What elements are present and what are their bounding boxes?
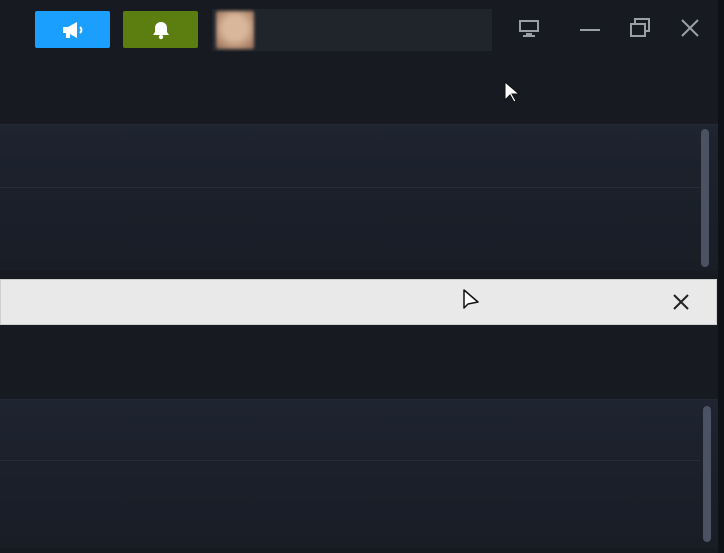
close-icon	[673, 294, 689, 310]
avatar	[216, 11, 254, 49]
popup-close-button[interactable]	[667, 288, 695, 316]
notifications-button[interactable]	[123, 11, 198, 48]
restore-icon	[630, 18, 650, 37]
bell-icon	[152, 21, 169, 39]
title-bar	[0, 0, 724, 64]
big-picture-icon	[519, 20, 539, 37]
minimize-button[interactable]	[575, 14, 605, 42]
big-picture-button[interactable]	[514, 14, 544, 42]
minimize-icon	[580, 29, 600, 31]
content-area	[0, 124, 724, 272]
close-icon	[681, 19, 699, 37]
navigation-band	[0, 325, 724, 400]
popup-bar	[0, 279, 717, 325]
close-button[interactable]	[675, 14, 705, 42]
restore-button[interactable]	[625, 14, 655, 42]
row-divider	[0, 187, 700, 188]
content-area	[0, 399, 724, 548]
account-menu[interactable]	[212, 9, 492, 51]
mouse-cursor-icon	[463, 289, 479, 309]
megaphone-icon	[62, 21, 82, 38]
scrollbar-thumb[interactable]	[703, 406, 711, 542]
window-edge	[718, 0, 724, 553]
scrollbar-thumb[interactable]	[701, 129, 709, 267]
announcements-button[interactable]	[35, 11, 110, 48]
client-window-bottom	[0, 271, 724, 553]
row-divider	[0, 460, 700, 461]
navigation-band	[0, 64, 724, 124]
client-window-top	[0, 0, 724, 272]
